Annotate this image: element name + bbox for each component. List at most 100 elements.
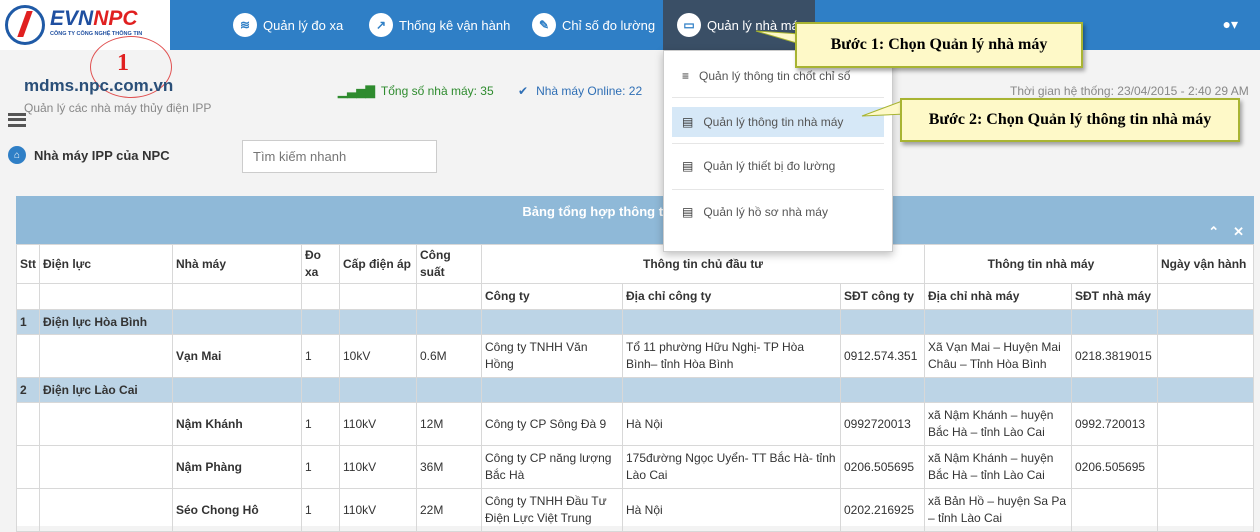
nav-remote-metering[interactable]: ≋ Quản lý đo xa [233, 0, 343, 50]
table-row[interactable]: Vạn Mai 1 10kV 0.6M Công ty TNHH Văn Hồn… [16, 334, 1254, 378]
cell-do-xa: 1 [301, 402, 340, 446]
step1-callout: Bước 1: Chọn Quản lý nhà máy [795, 22, 1083, 68]
cell-nha-may: Nậm Phàng [172, 445, 302, 489]
online-plants-stat: ✔ Nhà máy Online: 22 [518, 84, 642, 98]
cell-dia-chi-cong-ty: 175đường Ngọc Uyển- TT Bắc Hà- tỉnh Lào … [622, 445, 841, 489]
col-cong-suat: Công suất [416, 244, 482, 284]
group-stt: 2 [16, 377, 40, 403]
cell-sdt-cong-ty: 0912.574.351 [840, 334, 925, 378]
table-row[interactable]: Nậm Khánh 1 110kV 12M Công ty CP Sông Đà… [16, 402, 1254, 446]
cell-cong-suat: 22M [416, 488, 482, 532]
cell-cong-ty: Công ty CP Sông Đà 9 [481, 402, 623, 446]
col-nha-may: Nhà máy [172, 244, 302, 284]
col-do-xa: Đo xa [301, 244, 340, 284]
menu-item-label: Quản lý thông tin chốt chỉ số [699, 69, 851, 83]
cell-cong-suat: 0.6M [416, 334, 482, 378]
cell-sdt-nha-may: 0992.720013 [1071, 402, 1158, 446]
signal-icon: ▁▃▅▇ [338, 84, 375, 98]
breadcrumb-label: Nhà máy IPP của NPC [34, 147, 170, 163]
menu-toggle-icon[interactable] [8, 113, 26, 127]
nav-label: Quản lý nhà máy [707, 17, 806, 33]
cell-sdt-cong-ty: 0202.216925 [840, 488, 925, 532]
nav-measurement-index[interactable]: ✎ Chỉ số đo lường [532, 0, 655, 50]
nav-label: Chỉ số đo lường [562, 17, 656, 33]
col-dia-chi-nha-may: Địa chỉ nhà máy [924, 283, 1072, 310]
divider [672, 97, 884, 98]
table-row[interactable]: Séo Chong Hô 1 110kV 22M Công ty TNHH Đầ… [16, 488, 1254, 532]
user-icon[interactable]: ●▾ [1223, 16, 1238, 33]
group-row[interactable]: 2 Điện lực Lào Cai [16, 377, 1254, 403]
cell-sdt-nha-may [1071, 488, 1158, 532]
plant-management-dropdown: ≡ Quản lý thông tin chốt chỉ số ▤ Quản lý … [663, 50, 893, 252]
folder-icon: ▭ [677, 13, 701, 37]
col-dien-luc: Điện lực [39, 244, 173, 284]
site-domain: mdms.npc.com.vn [24, 76, 174, 95]
cell-sdt-nha-may: 0206.505695 [1071, 445, 1158, 489]
cell-cap-dien-ap: 110kV [339, 488, 417, 532]
cell-dia-chi-nha-may: xã Nậm Khánh – huyện Bắc Hà – tỉnh Lào C… [924, 445, 1072, 489]
close-icon[interactable]: ✕ [1233, 224, 1244, 239]
subheader-row: Công ty Địa chỉ công ty SĐT công ty Địa … [16, 283, 1254, 310]
nav-label: Quản lý đo xa [263, 17, 344, 33]
home-icon[interactable]: ⌂ [8, 146, 26, 164]
cell-nha-may: Nậm Khánh [172, 402, 302, 446]
step2-callout: Bước 2: Chọn Quản lý thông tin nhà máy [900, 98, 1240, 142]
group-stt: 1 [16, 309, 40, 335]
col-sdt-cong-ty: SĐT công ty [840, 283, 925, 310]
table-row[interactable]: Nậm Phàng 1 110kV 36M Công ty CP năng lư… [16, 445, 1254, 489]
check-circle-icon: ✔ [518, 84, 529, 98]
cell-dia-chi-nha-may: xã Bản Hồ – huyện Sa Pa – tỉnh Lào Cai [924, 488, 1072, 532]
col-stt: Stt [16, 244, 40, 284]
menu-item-label: Quản lý thiết bị đo lường [703, 159, 836, 173]
cell-do-xa: 1 [301, 334, 340, 378]
cell-sdt-nha-may: 0218.3819015 [1071, 334, 1158, 378]
search-input[interactable] [242, 140, 437, 173]
online-plants-label: Nhà máy Online: 22 [536, 84, 643, 98]
step-marker: 1 [117, 50, 129, 76]
cell-dia-chi-cong-ty: Tổ 11 phường Hữu Nghị- TP Hòa Bình– tỉnh… [622, 334, 841, 378]
database-icon: ≡ [682, 69, 690, 83]
panel-controls: ⌃ ✕ [1208, 224, 1244, 240]
col-thong-tin-nha-may: Thông tin nhà máy [924, 244, 1158, 284]
group-name: Điện lực Lào Cai [39, 377, 173, 403]
cell-cong-suat: 12M [416, 402, 482, 446]
wifi-icon: ≋ [233, 13, 257, 37]
cell-do-xa: 1 [301, 445, 340, 489]
cell-sdt-cong-ty: 0992720013 [840, 402, 925, 446]
col-dia-chi-cong-ty: Địa chỉ công ty [622, 283, 841, 310]
edit-icon: ✎ [532, 13, 556, 37]
menu-item-plant-info[interactable]: ▤ Quản lý thông tin nhà máy [672, 107, 884, 137]
cell-dia-chi-cong-ty: Hà Nội [622, 488, 841, 532]
nav-operation-stats[interactable]: ↗ Thống kê vận hành [369, 0, 510, 50]
cell-cong-suat: 36M [416, 445, 482, 489]
cell-cong-ty: Công ty CP năng lượng Bắc Hà [481, 445, 623, 489]
menu-item-label: Quản lý hồ sơ nhà máy [703, 205, 828, 219]
total-plants-stat: ▁▃▅▇ Tổng số nhà máy: 35 [338, 84, 494, 98]
chart-icon: ↗ [369, 13, 393, 37]
logo-text: EVNNPC [50, 7, 138, 30]
group-name: Điện lực Hòa Bình [39, 309, 173, 335]
group-row[interactable]: 1 Điện lực Hòa Bình [16, 309, 1254, 335]
panel-header: Bảng tổng hợp thông tin Chủ đầu tư ⌃ ✕ [16, 196, 1254, 244]
panel-title: Bảng tổng hợp thông tin Chủ đầu tư [522, 204, 748, 219]
cell-nha-may: Vạn Mai [172, 334, 302, 378]
cell-dia-chi-nha-may: xã Nậm Khánh – huyện Bắc Hà – tỉnh Lào C… [924, 402, 1072, 446]
document-icon: ▤ [682, 159, 694, 173]
menu-item-measuring-devices[interactable]: ▤ Quản lý thiết bị đo lường [672, 151, 884, 181]
cell-cap-dien-ap: 110kV [339, 402, 417, 446]
col-cap-dien-ap: Cấp điện áp [339, 244, 417, 284]
nav-plant-management[interactable]: ▭ Quản lý nhà máy [663, 0, 815, 50]
breadcrumb: ⌂ Nhà máy IPP của NPC [8, 146, 170, 164]
menu-item-label: Quản lý thông tin nhà máy [703, 115, 844, 129]
col-cong-ty: Công ty [481, 283, 623, 310]
cell-sdt-cong-ty: 0206.505695 [840, 445, 925, 489]
evn-logo-icon [5, 5, 45, 45]
cell-dia-chi-cong-ty: Hà Nội [622, 402, 841, 446]
header-row: Stt Điện lực Nhà máy Đo xa Cấp điện áp C… [16, 244, 1254, 284]
collapse-icon[interactable]: ⌃ [1208, 224, 1219, 239]
col-sdt-nha-may: SĐT nhà máy [1071, 283, 1158, 310]
menu-item-plant-records[interactable]: ▤ Quản lý hồ sơ nhà máy [672, 197, 884, 227]
cell-cong-ty: Công ty TNHH Đầu Tư Điện Lực Việt Trung [481, 488, 623, 532]
cell-dia-chi-nha-may: Xã Vạn Mai – Huyện Mai Châu – Tỉnh Hòa B… [924, 334, 1072, 378]
system-time: Thời gian hệ thống: 23/04/2015 - 2:40 29… [1010, 84, 1249, 98]
